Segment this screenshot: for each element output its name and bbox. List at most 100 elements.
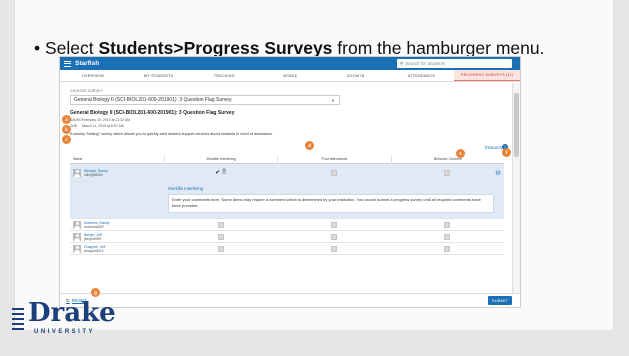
student-cell: Chappell, Jeff jchappell5119 (70, 244, 164, 253)
attendance-checkbox[interactable] (330, 245, 337, 252)
saved-key: SAVED (70, 118, 82, 122)
student-cell: Berger, Jeff jberger8399 (70, 232, 164, 241)
search-placeholder: Search for Students (405, 61, 446, 66)
student-name-block: Chappell, Jeff jchappell5119 (84, 245, 105, 253)
avatar (73, 168, 81, 177)
collapse-icon[interactable]: ⊖ (495, 169, 501, 177)
header-attendance: Poor Attendance (277, 154, 390, 164)
comment-textarea[interactable]: Enter your comments here. Some items may… (168, 194, 494, 213)
table-row[interactable]: Chappell, Jeff jchappell5119 (70, 243, 504, 255)
callout-badge-b: b (62, 125, 71, 134)
callout-badge-a: a (62, 115, 71, 124)
attendance-cell (277, 169, 390, 176)
tab-progress-surveys[interactable]: PROGRESS SURVEYS (11) (454, 70, 520, 81)
tab-bar: OVERVIEW MY STUDENTS TRACKING INTAKE ZOO… (60, 70, 520, 82)
worklife-cell: ✔ 🗎 (164, 169, 277, 177)
avatar (73, 220, 81, 229)
tab-intake[interactable]: INTAKE (257, 70, 323, 81)
brand-name: Starfish (75, 60, 100, 67)
starfish-window: Starfish ⚲ Search for Students OVERVIEW M… (59, 56, 521, 308)
callout-badge-f: f (502, 148, 511, 157)
saved-meta: SAVEDFebruary 10, 2019 at 11:32 AM (70, 118, 502, 122)
due-value: March 11, 2019 at 8:57 AM (82, 124, 124, 128)
worklife-cell (164, 233, 277, 240)
attendance-cell (277, 245, 390, 252)
table-header: Name Worklife Interfering Poor Attendanc… (70, 154, 504, 164)
behavior-checkbox[interactable] (444, 221, 451, 228)
survey-description: A weekly "testing" survey which allows y… (70, 132, 273, 136)
tab-my-students[interactable]: MY STUDENTS (126, 70, 192, 81)
survey-title: General Biology II (SCI-BIOL201-600-2019… (70, 110, 235, 116)
logo-sub: UNIVERSITY (34, 329, 96, 335)
behavior-cell (391, 245, 504, 252)
scrollbar[interactable] (512, 83, 520, 295)
header-worklife: Worklife Interfering (164, 154, 277, 164)
bullet-bold: Students>Progress Surveys (98, 38, 333, 58)
behavior-checkbox[interactable] (444, 169, 451, 176)
behavior-checkbox[interactable] (444, 245, 451, 252)
logo-word: Drake (28, 298, 116, 328)
student-email: jberger8399 (84, 236, 102, 241)
submit-button[interactable]: SUBMIT (488, 296, 512, 305)
behavior-cell (391, 221, 504, 228)
chevron-down-icon: ▼ (331, 98, 335, 103)
top-bar: Starfish ⚲ Search for Students (60, 57, 520, 70)
student-table: Name Worklife Interfering Poor Attendanc… (70, 154, 504, 255)
student-name-block: Albright, Randy ralbright5083 (84, 169, 108, 177)
search-link-label: Search (487, 145, 502, 150)
attendance-checkbox[interactable] (330, 233, 337, 240)
survey-select-value: General Biology II (SCI-BIOL201-600-2019… (74, 97, 232, 103)
student-cell: Andrews, Randy randrews8287 (70, 220, 164, 229)
search-icon: ⚲ (400, 60, 404, 66)
checkmark-icon[interactable]: ✔ (215, 169, 220, 176)
logo-bars-icon (12, 308, 24, 330)
worklife-cell (164, 245, 277, 252)
due-meta: DUE March 11, 2019 at 8:57 AM (70, 124, 502, 128)
scrollbar-thumb[interactable] (514, 93, 519, 157)
hamburger-menu-icon[interactable] (64, 60, 71, 67)
worklife-checkbox[interactable] (217, 245, 224, 252)
header-name[interactable]: Name (70, 157, 164, 161)
student-name-block: Andrews, Randy randrews8287 (84, 221, 110, 229)
comment-icon[interactable]: 🗎 (222, 169, 226, 177)
student-search-input[interactable]: ⚲ Search for Students (397, 59, 512, 68)
worklife-checkbox[interactable] (217, 233, 224, 240)
callout-badge-c: c (62, 135, 71, 144)
student-email: jchappell5119 (84, 248, 104, 253)
tab-tracking[interactable]: TRACKING (191, 70, 257, 81)
survey-select[interactable]: General Biology II (SCI-BIOL201-600-2019… (70, 95, 340, 105)
attendance-checkbox[interactable] (330, 221, 337, 228)
table-row[interactable]: Berger, Jeff jberger8399 (70, 231, 504, 243)
comment-panel: Worklife Interfering Enter your comments… (70, 182, 504, 219)
callout-badge-e: e (456, 149, 465, 158)
drake-logo: Drake UNIVERSITY (12, 298, 132, 340)
bullet-suffix: from the hamburger menu. (332, 38, 545, 58)
callout-badge-d: d (305, 141, 314, 150)
behavior-cell (391, 169, 504, 176)
student-cell: Albright, Randy ralbright5083 (70, 168, 164, 177)
worklife-checkbox[interactable] (217, 221, 224, 228)
attendance-cell (277, 221, 390, 228)
attendance-cell (277, 233, 390, 240)
student-name-block: Berger, Jeff jberger8399 (84, 233, 102, 241)
choose-survey-label: CHOOSE SURVEY (70, 89, 104, 93)
tab-zoom-in[interactable]: ZOOM IN (323, 70, 389, 81)
behavior-checkbox[interactable] (444, 233, 451, 240)
table-row[interactable]: Albright, Randy ralbright5083 ✔ 🗎 ⊖ (70, 164, 504, 182)
bullet-prefix: Select (45, 38, 99, 58)
tab-overview[interactable]: OVERVIEW (60, 70, 126, 81)
student-email: ralbright5083 (84, 172, 103, 177)
search-link[interactable]: ⚲Search (484, 145, 502, 151)
tab-attendance[interactable]: ATTENDANCE (389, 70, 455, 81)
attendance-checkbox[interactable] (330, 169, 337, 176)
due-key: DUE (70, 124, 78, 128)
header-behavior: Behavior Concern (390, 154, 504, 164)
worklife-cell (164, 221, 277, 228)
callout-badge-g: g (91, 288, 100, 297)
saved-value: February 10, 2019 at 11:32 AM (82, 118, 130, 122)
avatar (73, 232, 81, 241)
avatar (73, 244, 81, 253)
student-email: randrews8287 (84, 224, 105, 229)
table-row[interactable]: Andrews, Randy randrews8287 (70, 219, 504, 231)
comment-panel-label: Worklife Interfering (168, 186, 204, 191)
